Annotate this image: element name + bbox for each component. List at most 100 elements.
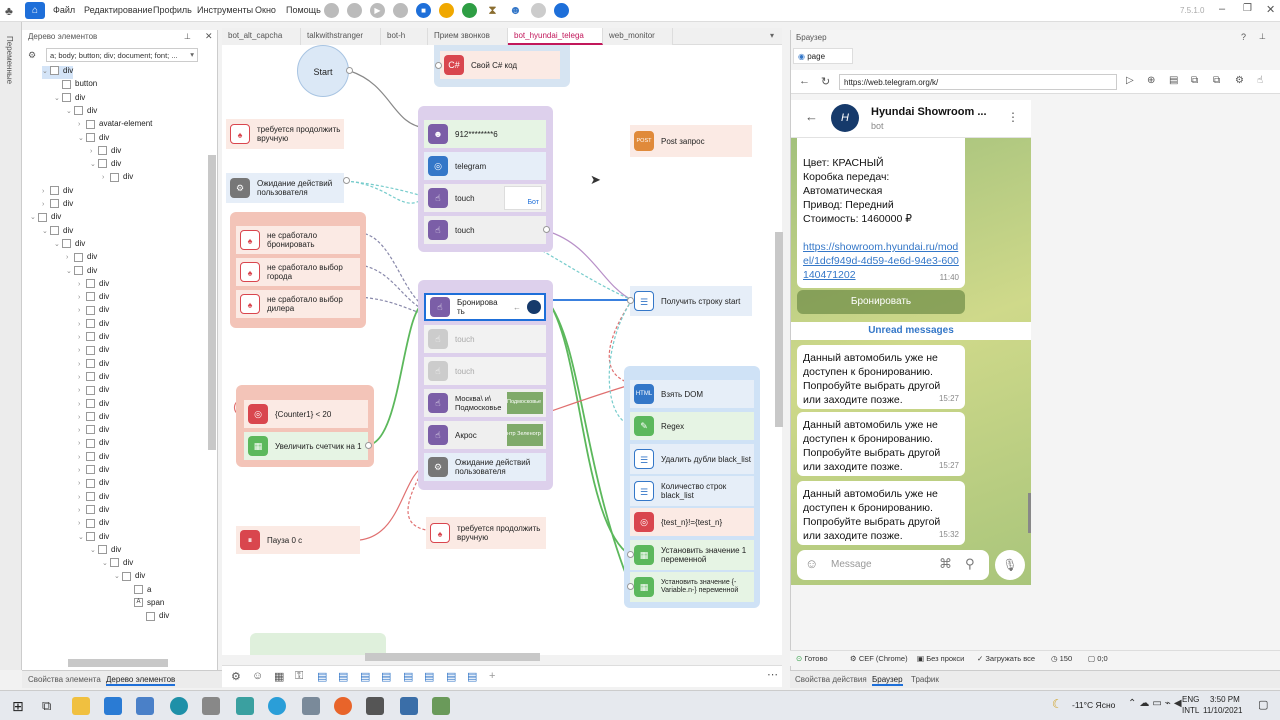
expand-toggle-icon[interactable]: ⌄ (66, 267, 74, 275)
step-icon[interactable] (393, 3, 408, 18)
tree-checkbox[interactable] (74, 106, 83, 116)
tray-icons[interactable]: ⌃☁▭⌁◀ (1128, 698, 1185, 709)
tree-checkbox[interactable] (74, 252, 83, 262)
tree-row[interactable]: ⌄ div (54, 93, 85, 106)
status-engine[interactable]: ⚙ CEF (Chrome) (850, 654, 908, 663)
setvar-node-2[interactable]: ▦ Установить значение {-Variable.n-} пере… (630, 572, 754, 602)
expand-toggle-icon[interactable]: ⌄ (42, 67, 50, 75)
pin-icon[interactable]: ⊥ (184, 32, 191, 41)
task-view-icon[interactable]: ⧉ (42, 698, 51, 714)
tree-row[interactable]: div (138, 611, 169, 624)
tree-row[interactable]: › div (66, 252, 97, 265)
counter-node[interactable]: ◎ {Counter1} < 20 (244, 400, 368, 428)
tree-row[interactable]: a (126, 585, 151, 598)
tree-filter-select[interactable]: a; body; button; div; document; font; ..… (46, 48, 198, 62)
browser-tab[interactable]: ◉ page (793, 48, 853, 64)
tree-checkbox[interactable] (146, 611, 155, 621)
wait-node-2[interactable]: ⚙ Ожидание действий пользователя (424, 453, 546, 481)
file-explorer-icon[interactable] (72, 697, 90, 715)
project-tab[interactable]: bot_hyundai_telega (508, 28, 603, 45)
menu-profile[interactable]: Профиль (153, 5, 192, 15)
tree-checkbox[interactable] (86, 119, 95, 129)
expand-toggle-icon[interactable]: › (42, 188, 50, 195)
tree-row[interactable]: › div (78, 332, 109, 345)
tree-checkbox[interactable] (110, 558, 119, 568)
tree-checkbox[interactable] (50, 199, 59, 209)
tree-checkbox[interactable] (86, 292, 95, 302)
menu-window[interactable]: Окно (255, 5, 276, 15)
project-tab[interactable]: bot_alt_capcha (222, 28, 301, 45)
tool-icon-5[interactable]: ⚙ (1235, 75, 1244, 86)
clock-time[interactable]: 3:50 PM (1210, 695, 1240, 704)
command-icon[interactable]: ⌘ (939, 556, 952, 572)
tree-checkbox[interactable] (86, 452, 95, 462)
language-code[interactable]: ENG (1182, 695, 1199, 704)
tree-checkbox[interactable] (86, 412, 95, 422)
expand-toggle-icon[interactable]: › (78, 440, 86, 447)
telegram-node[interactable]: ◎ telegram (424, 152, 546, 180)
setvar2-dot[interactable] (627, 583, 634, 590)
book-node[interactable]: ☝ Бронирова ть ← (424, 293, 546, 321)
chat-back-icon[interactable]: ← (805, 109, 818, 124)
notifications-icon[interactable]: ▢ (1258, 698, 1268, 711)
manual-node-2[interactable]: ♠ требуется продолжить вручную (426, 517, 546, 549)
tree-checkbox[interactable] (86, 518, 95, 528)
tab-element-properties[interactable]: Свойства элемента (28, 675, 101, 684)
expand-toggle-icon[interactable]: ⌄ (54, 240, 62, 248)
clock-date[interactable]: 11/10/2021 (1203, 706, 1242, 715)
hand-icon[interactable]: ☝ (1257, 75, 1263, 86)
tree-checkbox[interactable] (134, 585, 143, 595)
expand-toggle-icon[interactable]: ⌄ (42, 227, 50, 235)
minimize-icon[interactable]: – (1219, 3, 1225, 15)
tree-checkbox[interactable] (50, 66, 59, 76)
align-icon-4[interactable]: ▤ (381, 670, 391, 683)
tab-traffic[interactable]: Трафик (911, 675, 939, 684)
tree-checkbox[interactable]: A (134, 598, 143, 608)
expand-toggle-icon[interactable]: › (78, 387, 86, 394)
tree-row[interactable]: › div (78, 478, 109, 491)
touch-node-3[interactable]: ☝ touch (424, 325, 546, 353)
tree-checkbox[interactable] (86, 438, 95, 448)
tool-icon-1[interactable]: ⊕ (1147, 75, 1155, 86)
grid-tool-icon[interactable]: ▦ (274, 670, 284, 683)
attach-icon[interactable]: ⚲ (965, 556, 975, 572)
app-icon-6[interactable] (236, 697, 254, 715)
expand-toggle-icon[interactable]: › (90, 148, 98, 155)
align-icon-7[interactable]: ▤ (446, 670, 456, 683)
tree-row[interactable]: › div (78, 385, 109, 398)
expand-toggle-icon[interactable]: ⌄ (66, 107, 74, 115)
expand-toggle-icon[interactable]: › (78, 334, 86, 341)
weather-label[interactable]: -11°C Ясно (1072, 700, 1115, 710)
moscow-node[interactable]: ☝ Москва\ и\ Подмосковье Подмосковье (424, 389, 546, 417)
chat-menu-icon[interactable]: ⋮ (1007, 110, 1019, 124)
close-icon[interactable]: ✕ (1266, 3, 1275, 16)
expand-toggle-icon[interactable]: › (78, 281, 86, 288)
tree-checkbox[interactable] (86, 478, 95, 488)
tree-row[interactable]: Aspan (126, 598, 164, 611)
tree-hscrollbar[interactable] (68, 659, 168, 667)
dom-node[interactable]: HTML Взять DOM (630, 380, 754, 408)
tree-row[interactable]: › div (78, 492, 109, 505)
tree-row[interactable]: › div (78, 518, 109, 531)
increment-node[interactable]: ▦ Увеличить счетчик на 1 (244, 432, 368, 460)
start-output-dot[interactable] (346, 67, 353, 74)
tree-checkbox[interactable] (86, 425, 95, 435)
wait-node-1[interactable]: ⚙ Ожидание действий пользователя (226, 173, 344, 203)
tree-row[interactable]: › div (90, 146, 121, 159)
workflow-canvas[interactable]: Start C# Свой C# код ☻ 912********6 ◎ teleg… (222, 45, 782, 655)
tree-row[interactable]: › div (78, 412, 109, 425)
tree-row[interactable]: ⌄ div (78, 532, 109, 545)
app-icon-11[interactable] (400, 697, 418, 715)
tree-checkbox[interactable] (86, 358, 95, 368)
more-icon[interactable]: ⋯ (767, 668, 778, 681)
touch-node-2[interactable]: ☝ touch (424, 216, 546, 244)
tree-checkbox[interactable] (98, 545, 107, 555)
lock-icon[interactable]: ⚿ (295, 670, 303, 683)
condition-node[interactable]: ◎ {test_n}!={test_n} (630, 508, 754, 536)
tree-checkbox[interactable] (50, 186, 59, 196)
dedup-node[interactable]: ☰ Удалить дубли black_list (630, 444, 754, 474)
app-icon-8[interactable] (302, 697, 320, 715)
expand-toggle-icon[interactable]: › (78, 294, 86, 301)
getstring-node[interactable]: ☰ Получить строку start (630, 286, 752, 316)
expand-toggle-icon[interactable]: › (78, 467, 86, 474)
